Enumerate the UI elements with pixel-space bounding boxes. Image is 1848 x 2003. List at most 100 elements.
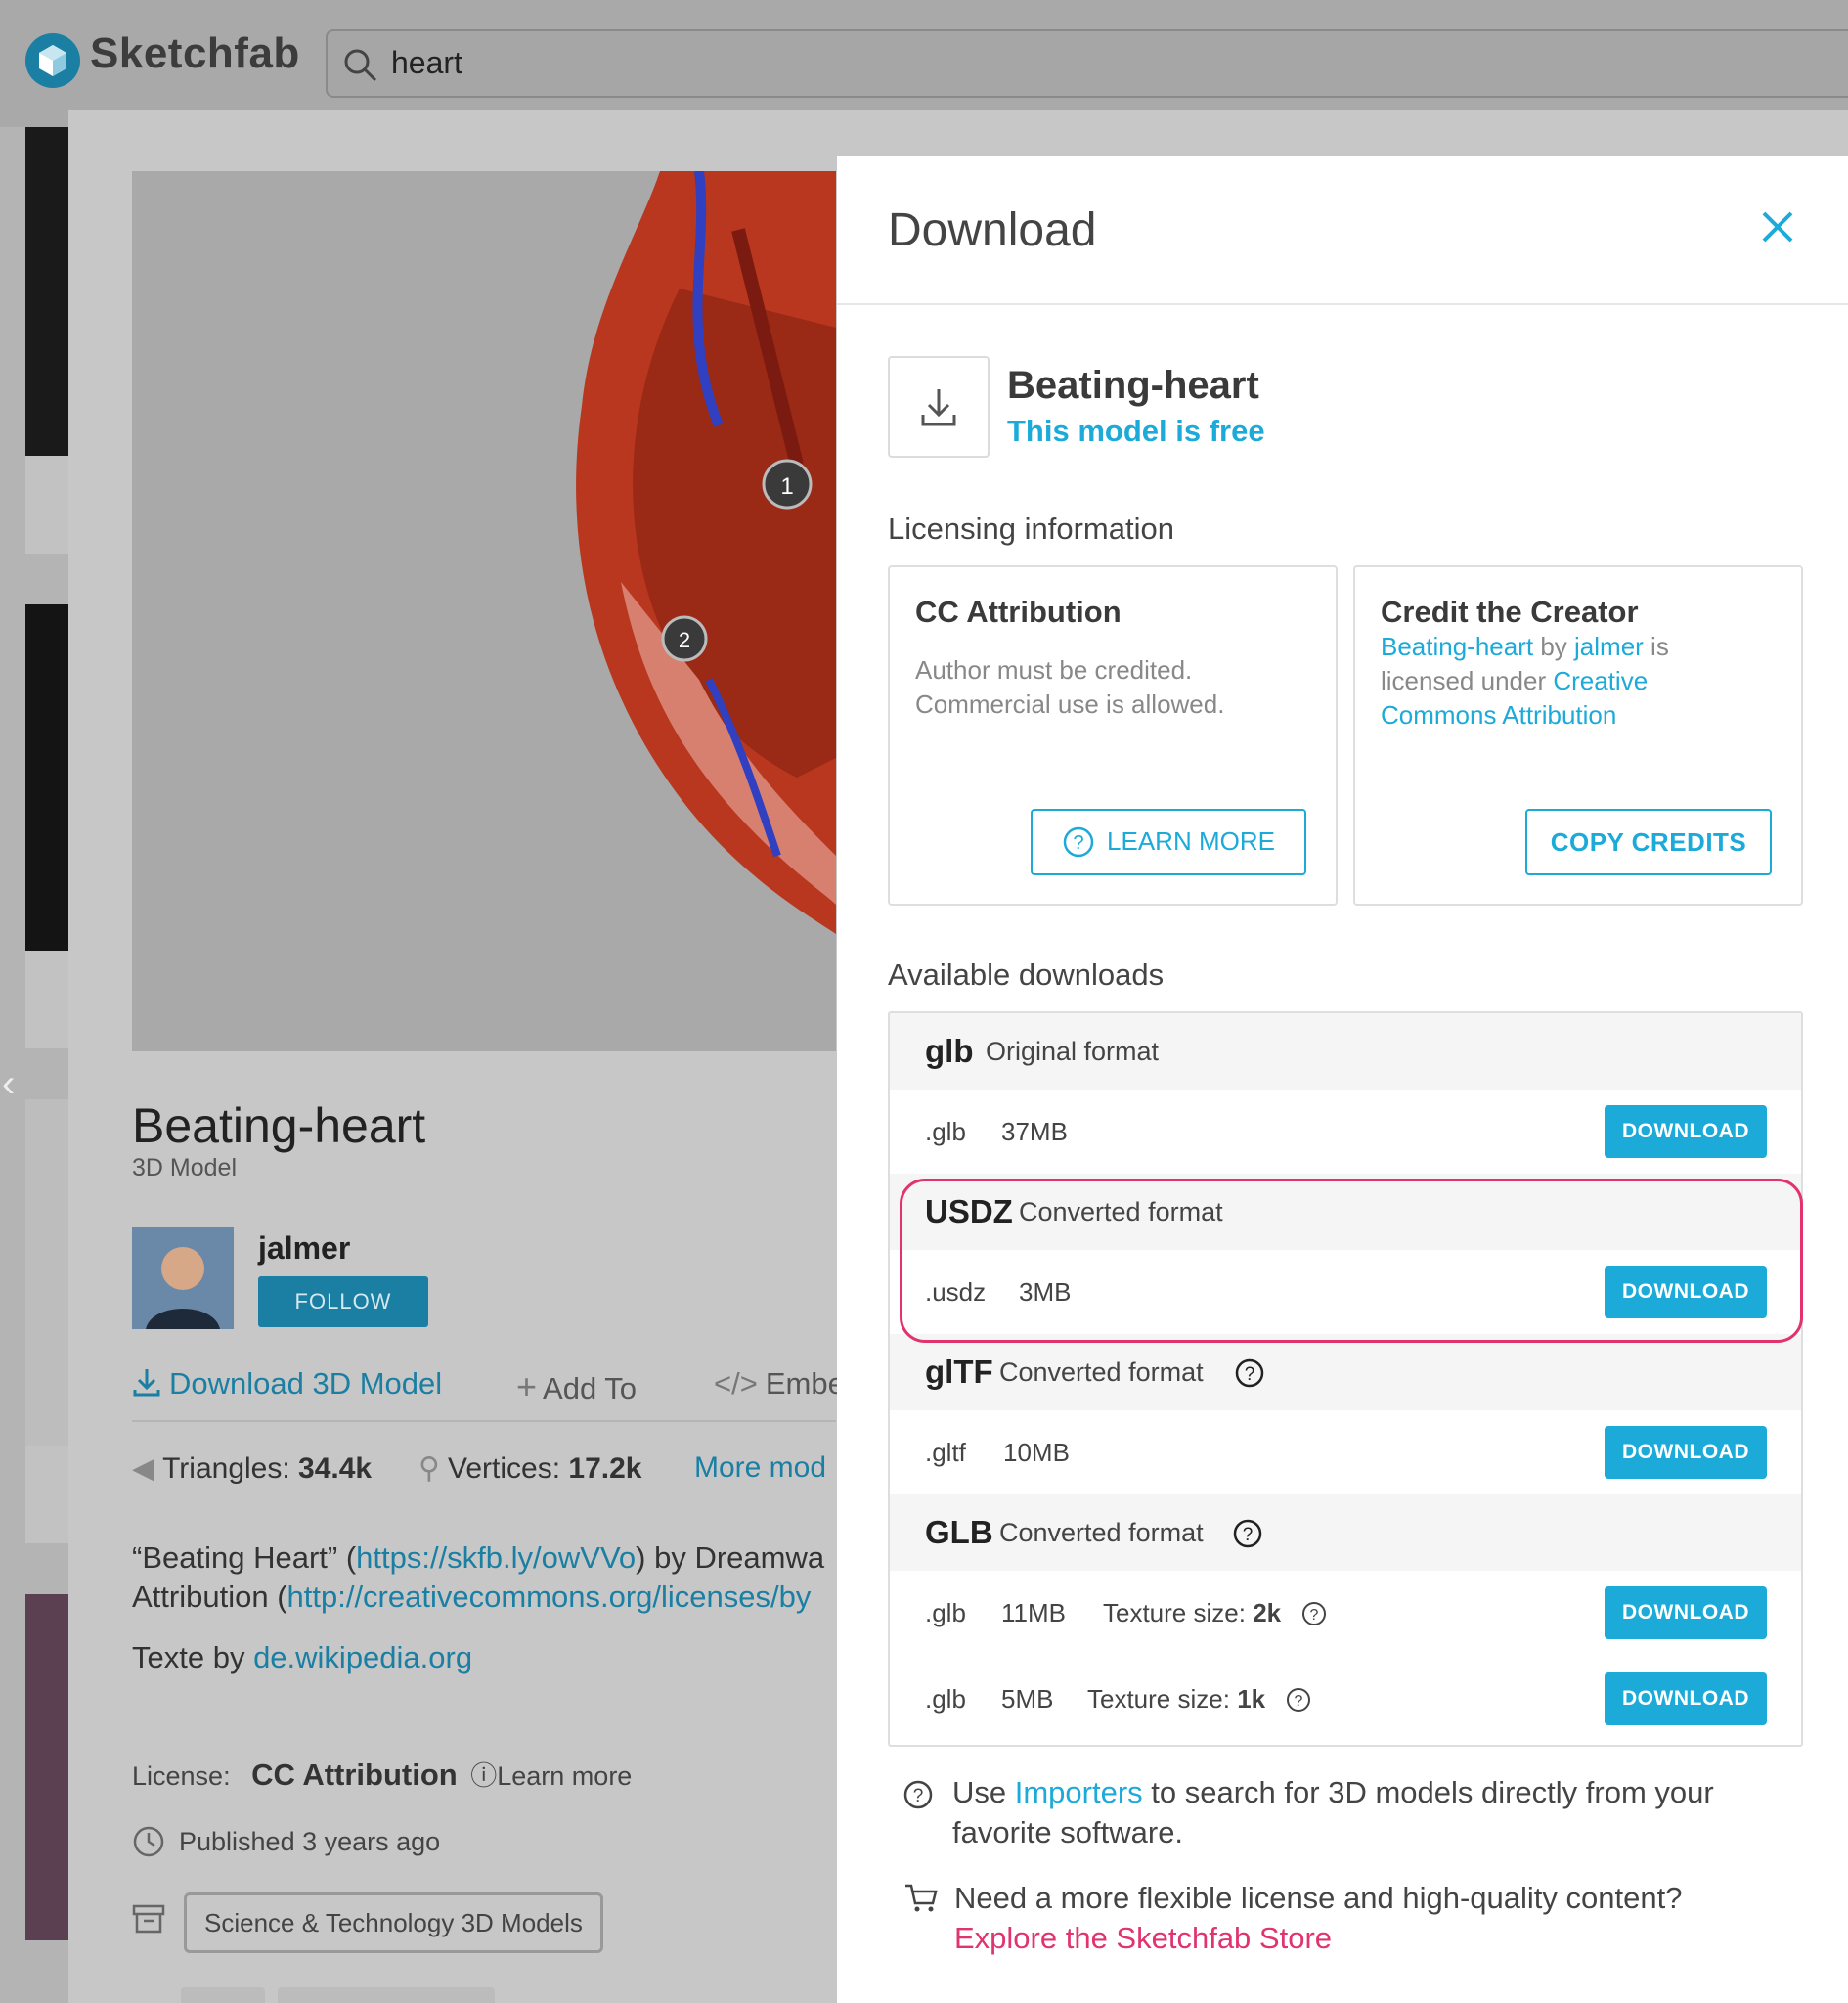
panel-title: Download: [888, 204, 1097, 256]
svg-text:?: ?: [913, 1786, 924, 1806]
download-button[interactable]: DOWNLOAD: [1605, 1105, 1767, 1158]
license-text-line: Commercial use is allowed.: [915, 690, 1225, 719]
tag-placeholder[interactable]: [278, 1987, 495, 2003]
triangles-value: 34.4k: [298, 1452, 373, 1485]
license-value: CC Attribution: [251, 1758, 458, 1792]
credit-author-link[interactable]: jalmer: [1574, 632, 1644, 661]
description-line: Texte by de.wikipedia.org: [132, 1640, 472, 1675]
cart-icon: [905, 1884, 938, 1912]
downloads-table: glb Original format .glb 37MB DOWNLOAD U…: [888, 1011, 1803, 1747]
help-icon: ⓘ: [470, 1761, 498, 1791]
add-to-label: Add To: [543, 1371, 637, 1405]
format-header-glb-converted: GLB Converted format ?: [890, 1494, 1801, 1571]
result-thumbnail[interactable]: [25, 1099, 68, 1446]
file-extension: .gltf: [925, 1438, 966, 1467]
annotation-number: 1: [780, 473, 793, 500]
wikipedia-link[interactable]: de.wikipedia.org: [253, 1640, 472, 1674]
license-text-line: Author must be credited.: [915, 655, 1193, 685]
source-link[interactable]: https://skfb.ly/owVVo: [356, 1540, 636, 1575]
result-thumbnail[interactable]: [25, 127, 68, 456]
license-card-title: CC Attribution: [915, 595, 1122, 629]
format-name: GLB: [925, 1514, 993, 1550]
model-viewer[interactable]: 1 2: [132, 171, 836, 1051]
learn-more-button[interactable]: ? LEARN MORE: [1031, 809, 1306, 875]
brand-name[interactable]: Sketchfab: [90, 29, 300, 78]
download-3d-model-link[interactable]: Download 3D Model: [132, 1366, 442, 1402]
sketchfab-store-link[interactable]: Explore the Sketchfab Store: [954, 1918, 1776, 1958]
file-extension: .glb: [925, 1684, 966, 1714]
format-type: Converted format: [999, 1518, 1204, 1547]
free-label: This model is free: [1007, 414, 1265, 448]
store-tip: Need a more flexible license and high-qu…: [954, 1878, 1776, 1958]
follow-button[interactable]: FOLLOW: [258, 1276, 428, 1327]
description-line: Attribution (http://creativecommons.org/…: [132, 1580, 836, 1615]
category-tag[interactable]: Science & Technology 3D Models: [184, 1892, 603, 1953]
divider: [837, 303, 1848, 305]
help-icon[interactable]: ?: [1234, 1358, 1265, 1389]
format-name: glTF: [925, 1354, 993, 1390]
avatar[interactable]: [132, 1227, 234, 1329]
learn-more-label: LEARN MORE: [1107, 826, 1275, 856]
code-icon: </>: [714, 1366, 758, 1401]
search-input[interactable]: heart: [391, 45, 462, 81]
format-type: Converted format: [999, 1358, 1204, 1387]
author-name[interactable]: jalmer: [258, 1230, 350, 1267]
model-name: Beating-heart: [1007, 364, 1259, 407]
credit-model-link[interactable]: Beating-heart: [1381, 632, 1533, 661]
importers-link[interactable]: Importers: [1015, 1775, 1143, 1809]
copy-credits-button[interactable]: COPY CREDITS: [1525, 809, 1772, 875]
model-title: Beating-heart: [132, 1098, 426, 1153]
download-row: .glb 37MB DOWNLOAD: [890, 1090, 1801, 1174]
licensing-heading: Licensing information: [888, 512, 1174, 546]
download-button[interactable]: DOWNLOAD: [1605, 1266, 1767, 1318]
heart-model-render: 1 2: [576, 171, 836, 934]
texture-label: Texture size:: [1103, 1598, 1246, 1627]
format-name: USDZ: [925, 1193, 1013, 1229]
embed-button[interactable]: </> Embe: [714, 1366, 845, 1402]
description-text: Attribution (: [132, 1580, 287, 1614]
license-url-link[interactable]: http://creativecommons.org/licenses/by: [287, 1580, 812, 1614]
help-icon[interactable]: ?: [1232, 1518, 1263, 1549]
download-button[interactable]: DOWNLOAD: [1605, 1672, 1767, 1725]
download-button[interactable]: DOWNLOAD: [1605, 1586, 1767, 1639]
result-card-footer: [25, 456, 68, 554]
description-line: “Beating Heart” (https://skfb.ly/owVVo) …: [132, 1540, 836, 1576]
search-icon: [344, 49, 377, 82]
importers-tip: Use Importers to search for 3D models di…: [952, 1772, 1774, 1852]
more-model-info-link[interactable]: More mod: [694, 1451, 826, 1485]
result-thumbnail[interactable]: [25, 604, 68, 951]
texture-value: 1k: [1237, 1684, 1266, 1714]
license-learn-more-link[interactable]: Learn more: [497, 1761, 632, 1791]
available-downloads-heading: Available downloads: [888, 957, 1165, 992]
credit-text: is: [1643, 632, 1669, 661]
help-icon[interactable]: ?: [1300, 1600, 1328, 1627]
triangles-label: Triangles:: [162, 1452, 290, 1485]
download-icon: [133, 1369, 160, 1397]
close-icon[interactable]: [1758, 207, 1797, 246]
file-size: 5MB: [1001, 1684, 1054, 1714]
tip-text: Need a more flexible license and high-qu…: [954, 1881, 1683, 1915]
search-bar[interactable]: [326, 29, 1848, 98]
svg-text:?: ?: [1243, 1525, 1254, 1545]
result-thumbnail[interactable]: [25, 1594, 68, 1940]
published-text: Published 3 years ago: [179, 1827, 441, 1856]
clock-icon: [133, 1826, 164, 1857]
file-extension: .glb: [925, 1598, 966, 1627]
sketchfab-logo-icon[interactable]: [25, 33, 80, 88]
vertices-stat: ⚲ Vertices: 17.2k: [418, 1451, 641, 1486]
help-icon[interactable]: ?: [1285, 1686, 1312, 1714]
credit-license-link[interactable]: Creative: [1553, 666, 1648, 695]
chevron-left-icon[interactable]: ‹: [2, 1062, 15, 1106]
license-row: License: CC Attribution ⓘLearn more: [132, 1755, 632, 1793]
add-to-button[interactable]: + Add To: [516, 1366, 637, 1407]
credit-license-link[interactable]: Commons Attribution: [1381, 700, 1616, 730]
download-button[interactable]: DOWNLOAD: [1605, 1426, 1767, 1479]
description-text: ) by Dreamwa: [636, 1540, 825, 1575]
download-icon: [921, 389, 956, 426]
file-size: 10MB: [1003, 1438, 1070, 1467]
description-text: “Beating Heart” (: [132, 1540, 357, 1575]
download-row: .usdz 3MB DOWNLOAD: [890, 1250, 1801, 1334]
tag-placeholder[interactable]: [181, 1987, 265, 2003]
divider: [132, 1420, 836, 1422]
texture-size: Texture size: 1k: [1087, 1684, 1265, 1714]
